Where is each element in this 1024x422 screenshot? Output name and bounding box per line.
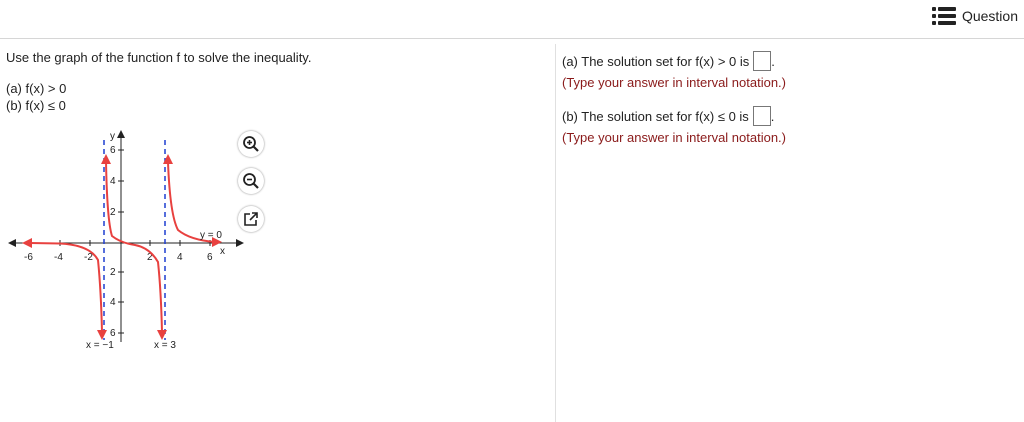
zoom-out-icon — [243, 173, 259, 189]
zoom-in-icon — [243, 136, 259, 152]
zoom-in-button[interactable] — [238, 131, 264, 157]
answer-a-text: (a) The solution set for f(x) > 0 is — [562, 53, 750, 69]
curve-left-arrow-end — [22, 238, 32, 248]
answer-b-period: . — [770, 108, 775, 124]
y-tick-label: 4 — [110, 297, 116, 308]
question-menu-button[interactable]: Question — [931, 4, 1018, 28]
x-axis-left-arrow — [8, 239, 16, 247]
x-tick-label: 4 — [177, 252, 183, 263]
popout-icon — [244, 212, 258, 226]
y-axis-arrow — [117, 130, 125, 138]
y-tick-label: 4 — [110, 176, 116, 187]
y-axis-label: y — [110, 131, 115, 142]
asymptote-h-label: y = 0 — [200, 230, 222, 241]
problem-panel: Use the graph of the function f to solve… — [6, 50, 546, 114]
zoom-out-button[interactable] — [238, 168, 264, 194]
answer-b-input[interactable] — [752, 106, 771, 126]
problem-prompt: Use the graph of the function f to solve… — [6, 50, 312, 65]
answer-a-hint: (Type your answer in interval notation.) — [562, 75, 786, 90]
part-b-text: (b) f(x) ≤ 0 — [6, 98, 66, 113]
function-graph: -6 -4 -2 2 4 6 6 4 2 2 4 6 x y y = 0 x =… — [8, 130, 244, 351]
x-axis-label: x — [220, 246, 225, 257]
question-label: Question — [961, 8, 1018, 24]
y-tick-label: 2 — [110, 207, 116, 218]
answer-a-period: . — [771, 53, 775, 69]
answer-b-line: (b) The solution set for f(x) ≤ 0 is . — [562, 105, 1002, 127]
x-tick-label: -4 — [54, 252, 63, 263]
y-tick-label: 6 — [110, 328, 116, 339]
answer-a-input[interactable] — [753, 51, 772, 71]
popout-button[interactable] — [238, 206, 264, 232]
list-icon — [931, 7, 956, 25]
answer-panel: (a) The solution set for f(x) > 0 is . (… — [562, 50, 1002, 145]
part-a-text: (a) f(x) > 0 — [6, 81, 67, 96]
curve-left-arrow-down — [97, 330, 107, 340]
x-tick-label: -6 — [24, 252, 33, 263]
answer-b-text: (b) The solution set for f(x) ≤ 0 is — [562, 108, 749, 124]
answer-a-line: (a) The solution set for f(x) > 0 is . — [562, 50, 1002, 72]
asymptote-right-label: x = 3 — [154, 340, 176, 351]
x-tick-label: 6 — [207, 252, 213, 263]
panel-divider — [555, 44, 556, 422]
y-tick-label: 6 — [110, 145, 116, 156]
asymptote-left-label: x = −1 — [86, 340, 114, 351]
top-bar: Question — [0, 0, 1024, 39]
y-tick-label: 2 — [110, 267, 116, 278]
answer-b-hint: (Type your answer in interval notation.) — [562, 130, 786, 145]
x-axis-arrow — [236, 239, 244, 247]
